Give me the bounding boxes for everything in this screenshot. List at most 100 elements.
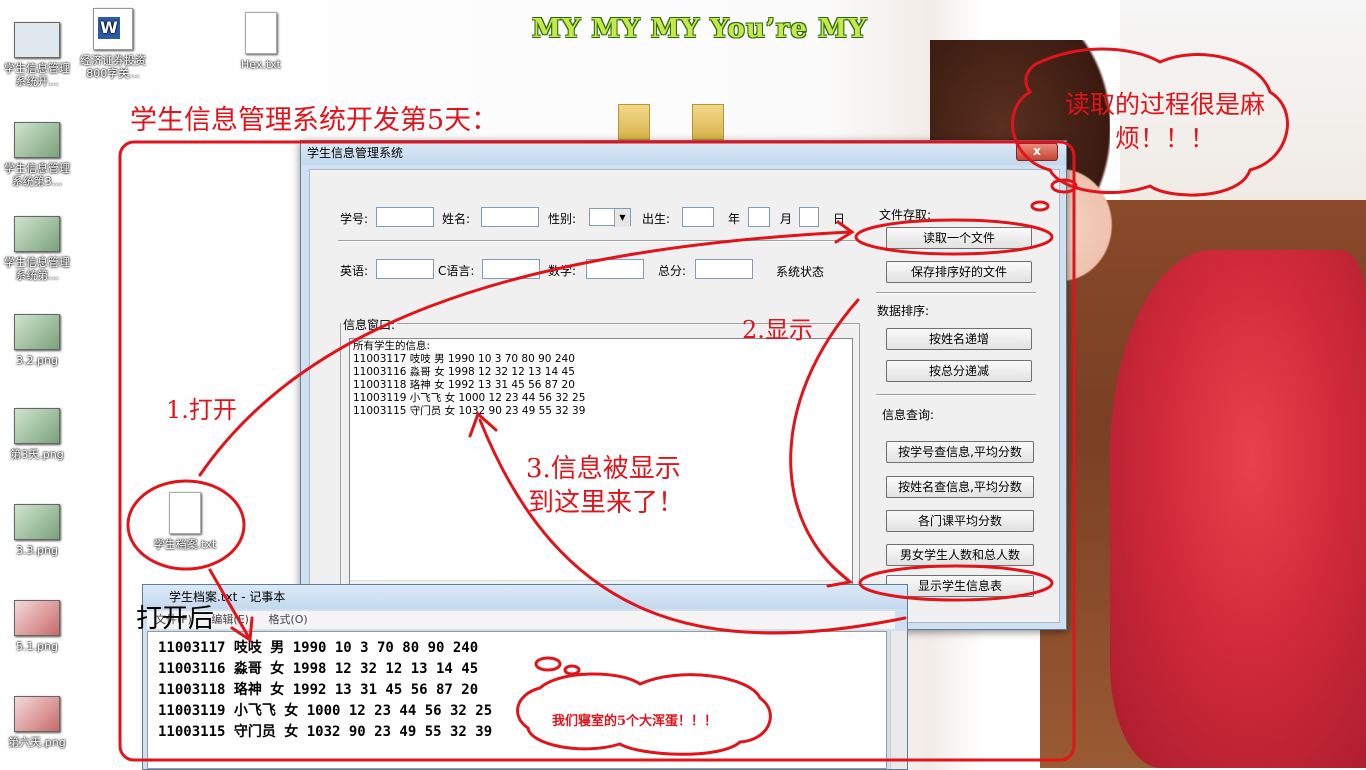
month-label: 月	[780, 212, 793, 226]
notepad-line: 11003115 守门员 女 1032 90 23 49 55 32 39	[158, 724, 493, 740]
annotation-step1: 1.打开	[166, 396, 237, 424]
id-input[interactable]	[376, 207, 434, 227]
english-input[interactable]	[376, 259, 434, 279]
close-button[interactable]: x	[1016, 143, 1058, 161]
desktop-icon[interactable]: 3.2.png	[0, 314, 74, 367]
desktop-icon-label: 经济证券投资800字关...	[80, 54, 146, 80]
desktop-icon-label: 第六天.png	[8, 736, 66, 749]
annotation-cloud-top-text: 读取的过程很是麻烦！！！	[1064, 90, 1265, 153]
info-line: 11003117 吱吱 男 1990 10 3 70 80 90 240	[353, 353, 575, 365]
wallpaper-red-dress	[1110, 250, 1366, 768]
image-file-icon	[14, 314, 60, 350]
read-file-button[interactable]: 读取一个文件	[886, 227, 1032, 249]
total-label: 总分:	[658, 264, 687, 278]
divider	[338, 240, 856, 242]
student-management-dialog: 学生信息管理系统 x 学号: 姓名: 性别: ▼ 出生: 年 月 日 英语: C…	[300, 140, 1067, 630]
folder-icon[interactable]	[692, 104, 724, 140]
app-window-icon	[14, 22, 60, 58]
notepad-line: 11003119 小飞飞 女 1000 12 23 44 56 32 25	[158, 703, 493, 719]
year-label: 年	[728, 212, 741, 226]
sort-by-total-button[interactable]: 按总分递减	[886, 360, 1032, 382]
desktop-icon[interactable]: 学生信息管理系统第3...	[0, 122, 74, 188]
notepad-line: 11003117 吱吱 男 1990 10 3 70 80 90 240	[158, 640, 479, 656]
banner-text: MY MY MY You’re MY	[532, 14, 868, 44]
info-window-label: 信息窗口:	[341, 316, 398, 333]
menu-edit[interactable]: 编辑(E)	[211, 613, 249, 626]
chevron-down-icon[interactable]: ▼	[614, 209, 630, 227]
notepad-title: 学生档案.txt - 记事本	[143, 585, 907, 609]
desktop-icon[interactable]: 经济证券投资800字关...	[76, 8, 150, 80]
divider	[876, 394, 1036, 396]
gender-label: 性别:	[548, 212, 577, 226]
show-student-table-button[interactable]: 显示学生信息表	[886, 575, 1034, 597]
menu-format[interactable]: 格式(O)	[268, 613, 307, 626]
info-line: 11003118 珞神 女 1992 13 31 45 56 87 20	[353, 379, 575, 391]
info-line: 11003115 守门员 女 1032 90 23 49 55 32 39	[353, 405, 586, 417]
image-file-icon	[14, 696, 60, 732]
query-by-name-button[interactable]: 按姓名查信息,平均分数	[886, 476, 1034, 498]
vertical-scrollbar[interactable]	[890, 631, 907, 769]
desktop-icon[interactable]: 第3天.png	[0, 408, 74, 461]
gender-select[interactable]: ▼	[589, 208, 631, 227]
gender-count-button[interactable]: 男女学生人数和总人数	[886, 544, 1034, 566]
image-file-icon	[14, 216, 60, 252]
text-file-icon	[245, 12, 277, 54]
system-status-label: 系统状态	[776, 265, 825, 279]
c-language-label: C语言:	[438, 264, 475, 278]
birth-label: 出生:	[642, 212, 671, 226]
birth-day-input[interactable]	[799, 207, 819, 227]
id-label: 学号:	[340, 212, 369, 226]
word-document-icon	[93, 8, 133, 50]
desktop-icon[interactable]: 5.1.png	[0, 600, 74, 653]
desktop-icon-label: 5.1.png	[16, 640, 58, 653]
sort-by-name-button[interactable]: 按姓名递增	[886, 328, 1032, 350]
notepad-window: 学生档案.txt - 记事本 文件(F) 编辑(E) 格式(O) 1100311…	[142, 584, 908, 770]
desktop-icon[interactable]: 学生信息管理系统第...	[0, 216, 74, 282]
math-input[interactable]	[586, 259, 644, 279]
notepad-editor[interactable]: 11003117 吱吱 男 1990 10 3 70 80 90 240 110…	[147, 631, 887, 769]
folder-icon[interactable]	[618, 104, 650, 140]
desktop-icon-label: 3.3.png	[16, 544, 58, 557]
c-language-input[interactable]	[482, 259, 540, 279]
sort-group-label: 数据排序:	[877, 304, 930, 318]
course-average-button[interactable]: 各门课平均分数	[886, 510, 1034, 532]
annotation-cloud-bottom-text: 我们寝室的5个大浑蛋！！！	[552, 714, 718, 729]
annotation-step2: 2.显示	[742, 316, 813, 344]
annotation-step3-line1: 3.信息被显示	[526, 454, 681, 484]
desktop-icon-label: 学生信息管理系统开...	[4, 62, 70, 88]
desktop-icon-label: 学生档案.txt	[153, 538, 217, 551]
desktop-icon-label: Hex.txt	[241, 58, 281, 71]
desktop-icon-label: 学生信息管理系统第3...	[4, 162, 70, 188]
dialog-title: 学生信息管理系统	[301, 141, 1066, 165]
query-by-id-button[interactable]: 按学号查信息,平均分数	[886, 441, 1034, 463]
info-line: 11003119 小飞飞 女 1000 12 23 44 56 32 25	[353, 392, 586, 404]
annotation-after-open: 打开后	[136, 604, 215, 634]
notepad-line: 11003118 珞神 女 1992 13 31 45 56 87 20	[158, 682, 479, 698]
text-file-icon	[169, 492, 201, 534]
image-file-icon	[14, 408, 60, 444]
notepad-menubar: 文件(F) 编辑(E) 格式(O)	[147, 611, 895, 629]
annotation-heading: 学生信息管理系统开发第5天：	[130, 105, 499, 136]
math-label: 数学:	[548, 264, 577, 278]
image-file-icon	[14, 122, 60, 158]
desktop-icon[interactable]: 3.3.png	[0, 504, 74, 557]
desktop-icon-label: 3.2.png	[16, 354, 58, 367]
save-sorted-file-button[interactable]: 保存排序好的文件	[886, 261, 1032, 283]
desktop-icon-label: 第3天.png	[10, 448, 64, 461]
desktop-icon[interactable]: Hex.txt	[224, 12, 298, 71]
birth-month-input[interactable]	[748, 207, 770, 227]
dialog-client: 学号: 姓名: 性别: ▼ 出生: 年 月 日 英语: C语言: 数学: 总分:…	[309, 169, 1060, 623]
name-input[interactable]	[481, 207, 539, 227]
annotation-step3-line2: 到这里来了！	[528, 488, 685, 518]
day-label: 日	[833, 212, 846, 226]
image-file-icon	[14, 600, 60, 636]
info-line: 11003116 淼哥 女 1998 12 32 12 13 14 45	[353, 366, 575, 378]
divider	[876, 292, 1036, 294]
desktop-icon[interactable]: 第六天.png	[0, 696, 74, 749]
file-group-label: 文件存取:	[879, 208, 932, 222]
english-label: 英语:	[340, 264, 369, 278]
birth-year-input[interactable]	[682, 207, 714, 227]
desktop-icon-student-file[interactable]: 学生档案.txt	[148, 492, 222, 551]
desktop-icon[interactable]: 学生信息管理系统开...	[0, 22, 74, 88]
total-input[interactable]	[695, 259, 753, 279]
